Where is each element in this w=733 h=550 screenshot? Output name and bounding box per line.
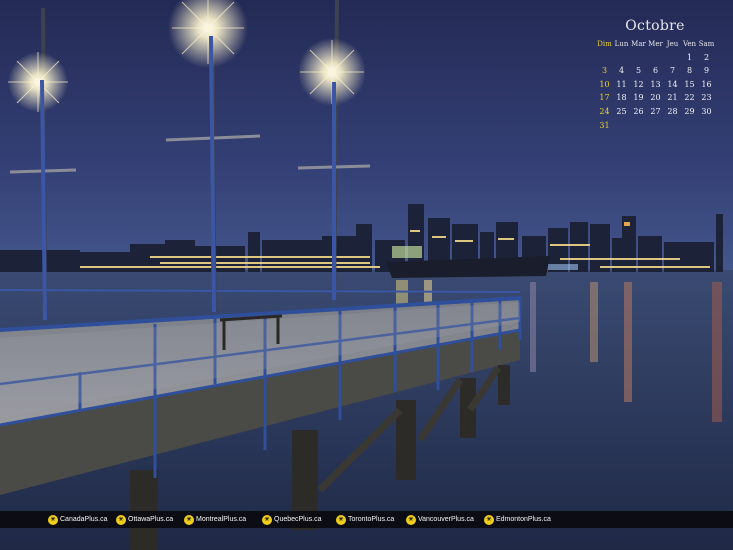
- calendar-day: 15: [684, 79, 695, 89]
- calendar-weekday-header: Sam: [698, 40, 715, 48]
- calendar-day: 22: [684, 93, 695, 103]
- calendar-day: 29: [684, 106, 695, 116]
- footer-site-link[interactable]: ☀ CanadaPlus.ca: [48, 514, 107, 525]
- calendar-empty-cell: [630, 52, 647, 64]
- calendar-day: 16: [701, 79, 712, 89]
- calendar-grid: Dim Lun Mar Mer Jeu Ven Sam 1 2 3 4 5 6 7 8 9 10 11 12 13 14…: [596, 38, 714, 132]
- sun-logo-icon: ☀: [262, 514, 272, 525]
- calendar-day: 19: [633, 93, 644, 103]
- calendar-day: 7: [669, 66, 676, 76]
- calendar-month-title: Octobre: [625, 18, 685, 34]
- footer-site-link[interactable]: ☀ VancouverPlus.ca: [406, 514, 474, 525]
- calendar-day: 11: [616, 79, 627, 89]
- calendar-day: 27: [650, 106, 661, 116]
- calendar-empty-cell: [664, 52, 681, 64]
- calendar-day: 8: [686, 66, 693, 76]
- calendar-day: 14: [667, 79, 678, 89]
- calendar-empty-cell: [613, 52, 630, 64]
- calendar-day: 20: [650, 93, 661, 103]
- calendar-day: 5: [635, 66, 642, 76]
- calendar-day: 18: [616, 93, 627, 103]
- footer-site-link-label: EdmontonPlus.ca: [496, 516, 551, 523]
- calendar-day: 2: [703, 52, 710, 62]
- calendar-weekday-header: Mer: [648, 40, 663, 48]
- footer-link-bar: ☀ CanadaPlus.ca ☀ OttawaPlus.ca ☀ MontrealPlu…: [0, 511, 733, 528]
- sun-logo-icon: ☀: [406, 514, 416, 525]
- calendar-day: 17: [599, 93, 610, 103]
- calendar-weekday-header: Dim: [597, 40, 612, 48]
- calendar-day: 28: [667, 106, 678, 116]
- calendar-weekday-header: Jeu: [666, 40, 679, 48]
- calendar-day: 21: [667, 93, 678, 103]
- sun-logo-icon: ☀: [48, 514, 58, 525]
- footer-site-link[interactable]: ☀ MontrealPlus.ca: [184, 514, 246, 525]
- calendar-day: 26: [633, 106, 644, 116]
- calendar-day: 31: [599, 120, 610, 130]
- footer-site-link-label: CanadaPlus.ca: [60, 516, 108, 523]
- footer-site-link-label: QuebecPlus.ca: [274, 516, 322, 523]
- footer-site-link-label: MontrealPlus.ca: [196, 516, 247, 523]
- sun-logo-icon: ☀: [116, 514, 126, 525]
- calendar-day: 3: [601, 66, 608, 76]
- calendar-weekday-header: Ven: [682, 40, 697, 48]
- calendar-day: 13: [650, 79, 661, 89]
- calendar-weekday-header: Mar: [631, 40, 646, 48]
- calendar-day: 10: [599, 79, 610, 89]
- calendar-empty-cell: [596, 52, 613, 64]
- footer-site-link[interactable]: ☀ TorontoPlus.ca: [336, 514, 394, 525]
- calendar-day: 9: [703, 66, 710, 76]
- calendar-day: 30: [701, 106, 712, 116]
- calendar-weekday-header: Lun: [614, 40, 629, 48]
- calendar-empty-cell: [647, 52, 664, 64]
- footer-site-link[interactable]: ☀ QuebecPlus.ca: [262, 514, 321, 525]
- footer-site-link-label: TorontoPlus.ca: [348, 516, 395, 523]
- footer-site-link-label: VancouverPlus.ca: [418, 516, 474, 523]
- calendar-day: 23: [701, 93, 712, 103]
- footer-site-link-label: OttawaPlus.ca: [128, 516, 174, 523]
- calendar-day: 1: [686, 52, 693, 62]
- sun-logo-icon: ☀: [184, 514, 194, 525]
- footer-site-link[interactable]: ☀ EdmontonPlus.ca: [484, 514, 551, 525]
- sun-logo-icon: ☀: [336, 514, 346, 525]
- calendar-day: 24: [599, 106, 610, 116]
- month-calendar: Octobre Dim Lun Mar Mer Jeu Ven Sam 1 2 3 4 5 6 7 8 9 10…: [596, 18, 714, 132]
- calendar-day: 25: [616, 106, 627, 116]
- sun-logo-icon: ☀: [484, 514, 494, 525]
- calendar-day: 6: [652, 66, 659, 76]
- footer-site-link[interactable]: ☀ OttawaPlus.ca: [116, 514, 173, 525]
- calendar-day: 4: [618, 66, 625, 76]
- calendar-day: 12: [633, 79, 644, 89]
